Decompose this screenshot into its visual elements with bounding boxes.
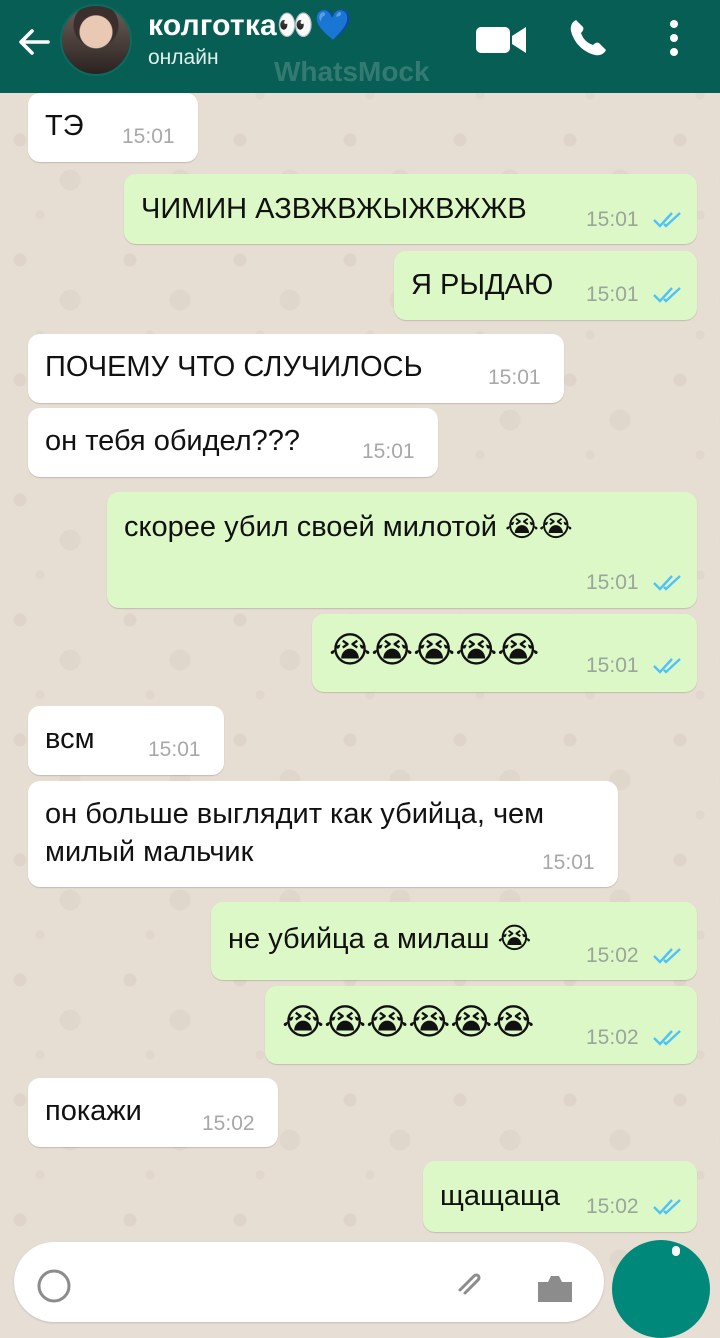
message-text: всм <box>45 723 95 755</box>
message-bubble[interactable]: он тебя обидел??? 15:01 <box>28 408 438 477</box>
message-text: щащаща <box>440 1180 560 1212</box>
message-bubble[interactable]: ПОЧЕМУ ЧТО СЛУЧИЛОСЬ 15:01 <box>28 334 564 403</box>
contact-avatar[interactable] <box>60 4 132 76</box>
message-time: 15:02 <box>586 944 639 967</box>
message-bubble[interactable]: он больше выглядит как убийца, чем милый… <box>28 781 618 887</box>
contact-status: онлайн <box>148 46 219 69</box>
message-time: 15:01 <box>362 440 415 463</box>
message-bubble[interactable]: скорее убил своей милотой 😭😭 15:01 <box>107 492 697 608</box>
camera-icon[interactable] <box>534 1268 576 1304</box>
message-time: 15:02 <box>586 1195 639 1218</box>
message-bubble[interactable]: 😭😭😭😭😭😭 15:02 <box>265 986 697 1064</box>
message-list: ТЭ 15:01 ЧИМИН АЗВЖВЖЫЖВЖЖВ 15:01 Я РЫДА… <box>0 0 720 1280</box>
mic-button[interactable] <box>612 1240 710 1338</box>
read-ticks-icon <box>653 212 681 228</box>
message-bubble[interactable]: Я РЫДАЮ 15:01 <box>394 251 697 320</box>
message-bubble[interactable]: щащаща 15:02 <box>423 1161 697 1232</box>
message-time: 15:02 <box>586 1026 639 1049</box>
message-time: 15:02 <box>202 1112 255 1135</box>
message-text: 😭😭😭😭😭😭 <box>282 1001 535 1042</box>
message-bubble[interactable]: покажи 15:02 <box>28 1078 278 1147</box>
message-bubble[interactable]: 😭😭😭😭😭 15:01 <box>312 614 697 692</box>
message-time: 15:01 <box>148 738 201 761</box>
emoji-icon[interactable] <box>36 1268 72 1304</box>
message-text: не убийца а милаш 😭 <box>228 923 532 955</box>
video-call-icon[interactable] <box>474 20 528 60</box>
message-input[interactable] <box>14 1242 604 1322</box>
message-bubble[interactable]: не убийца а милаш 😭 15:02 <box>211 902 697 980</box>
back-arrow-icon[interactable] <box>14 22 54 62</box>
watermark: WhatsMock <box>274 56 430 87</box>
mic-icon <box>672 1246 680 1256</box>
message-text: он тебя обидел??? <box>45 425 301 457</box>
message-time: 15:01 <box>586 654 639 677</box>
read-ticks-icon <box>653 1199 681 1215</box>
message-text: ЧИМИН АЗВЖВЖЫЖВЖЖВ <box>141 193 527 225</box>
chat-header: колготка👀💙 онлайн WhatsMock <box>0 0 720 93</box>
read-ticks-icon <box>653 658 681 674</box>
message-time: 15:01 <box>586 571 639 594</box>
read-ticks-icon <box>653 575 681 591</box>
read-ticks-icon <box>653 287 681 303</box>
contact-name[interactable]: колготка👀💙 <box>148 8 352 43</box>
read-ticks-icon <box>653 1030 681 1046</box>
message-time: 15:01 <box>586 283 639 306</box>
message-bubble[interactable]: ТЭ 15:01 <box>28 93 198 162</box>
message-bubble[interactable]: всм 15:01 <box>28 706 224 775</box>
read-ticks-icon <box>653 948 681 964</box>
message-time: 15:01 <box>488 366 541 389</box>
more-options-icon[interactable] <box>662 16 686 60</box>
attach-icon[interactable] <box>452 1266 488 1302</box>
message-time: 15:01 <box>122 125 175 148</box>
voice-call-icon[interactable] <box>566 16 610 60</box>
message-bubble[interactable]: ЧИМИН АЗВЖВЖЫЖВЖЖВ 15:01 <box>124 174 697 244</box>
message-text: покажи <box>45 1095 142 1127</box>
message-time: 15:01 <box>542 851 595 874</box>
message-text: скорее убил своей милотой 😭😭 <box>124 511 573 543</box>
message-text: ПОЧЕМУ ЧТО СЛУЧИЛОСЬ <box>45 351 423 383</box>
message-text: ТЭ <box>45 110 84 142</box>
message-text: Я РЫДАЮ <box>411 269 554 301</box>
message-text: 😭😭😭😭😭 <box>329 629 540 670</box>
message-text: он больше выглядит как убийца, чем милый… <box>45 798 545 868</box>
message-time: 15:01 <box>586 208 639 231</box>
